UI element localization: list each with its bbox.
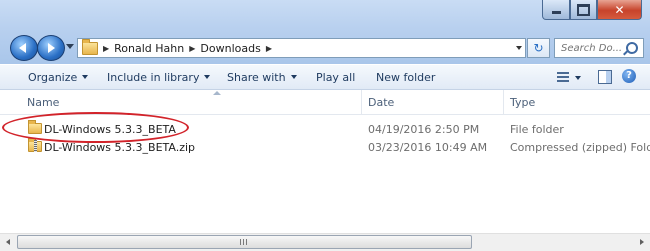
search-icon[interactable]	[626, 42, 638, 54]
file-name: DL-Windows 5.3.3_BETA	[44, 123, 176, 136]
title-bar: ✕ ▶ Ronald Hahn ▶ Downloads ▶ ↻	[0, 0, 650, 64]
search-input[interactable]	[561, 40, 623, 56]
chevron-down-icon	[82, 75, 89, 79]
horizontal-scrollbar[interactable]	[0, 233, 650, 251]
minimize-icon	[551, 11, 561, 14]
file-type: Compressed (zipped) Folder	[510, 141, 650, 154]
maximize-button[interactable]	[570, 0, 597, 20]
help-icon[interactable]: ?	[622, 69, 636, 83]
folder-icon	[82, 38, 98, 55]
scrollbar-thumb[interactable]	[17, 235, 472, 249]
file-date: 04/19/2016 2:50 PM	[368, 123, 480, 136]
file-date: 03/23/2016 10:49 AM	[368, 141, 488, 154]
refresh-icon: ↻	[533, 41, 544, 55]
address-history-dropdown-icon[interactable]	[516, 46, 522, 50]
include-in-library-label: Include in library	[107, 71, 200, 84]
zip-folder-icon	[28, 138, 42, 152]
address-bar[interactable]: ▶ Ronald Hahn ▶ Downloads ▶	[77, 38, 526, 58]
column-header-date[interactable]: Date	[368, 96, 394, 109]
minimize-button[interactable]	[542, 0, 570, 20]
share-with-label: Share with	[227, 71, 286, 84]
file-type: File folder	[510, 123, 564, 136]
organize-menu[interactable]: Organize	[28, 71, 89, 84]
breadcrumb-downloads[interactable]: Downloads	[200, 42, 260, 55]
column-divider[interactable]	[503, 90, 504, 114]
forward-button[interactable]	[37, 35, 65, 61]
file-name: DL-Windows 5.3.3_BETA.zip	[44, 141, 196, 154]
play-all-button[interactable]: Play all	[316, 71, 355, 84]
close-button[interactable]: ✕	[597, 0, 642, 20]
back-button[interactable]	[10, 35, 38, 61]
chevron-down-icon[interactable]	[575, 76, 581, 80]
share-with-menu[interactable]: Share with	[227, 71, 297, 84]
recent-pages-dropdown-icon[interactable]	[66, 44, 74, 49]
maximize-icon	[577, 3, 590, 16]
change-view-icon[interactable]	[557, 72, 569, 82]
command-bar: Organize Include in library Share with P…	[0, 64, 650, 90]
column-header-type[interactable]: Type	[510, 96, 535, 109]
scroll-left-icon[interactable]	[0, 234, 17, 251]
sort-ascending-icon	[213, 91, 221, 95]
chevron-down-icon	[204, 75, 211, 79]
scroll-right-icon[interactable]	[633, 234, 650, 251]
folder-icon	[28, 120, 42, 134]
breadcrumb-ronald-hahn[interactable]: Ronald Hahn	[114, 42, 184, 55]
refresh-button[interactable]: ↻	[527, 38, 550, 58]
column-header-name[interactable]: Name	[27, 96, 59, 109]
search-box[interactable]	[554, 38, 644, 58]
close-icon: ✕	[614, 2, 625, 17]
chevron-right-icon[interactable]: ▶	[189, 44, 195, 53]
new-folder-button[interactable]: New folder	[376, 71, 435, 84]
chevron-right-icon[interactable]: ▶	[103, 44, 109, 53]
column-headers: Name Date Type	[0, 90, 650, 115]
preview-pane-icon[interactable]	[598, 70, 612, 84]
include-in-library-menu[interactable]: Include in library	[107, 71, 211, 84]
list-item[interactable]: DL-Windows 5.3.3_BETA 04/19/2016 2:50 PM…	[0, 120, 650, 139]
organize-label: Organize	[28, 71, 78, 84]
chevron-right-icon[interactable]: ▶	[266, 44, 272, 53]
grip-icon	[240, 239, 248, 245]
explorer-window: ✕ ▶ Ronald Hahn ▶ Downloads ▶ ↻ Organize…	[0, 0, 650, 251]
list-item[interactable]: DL-Windows 5.3.3_BETA.zip 03/23/2016 10:…	[0, 138, 650, 157]
chevron-down-icon	[290, 75, 297, 79]
window-controls: ✕	[542, 0, 642, 20]
column-divider[interactable]	[361, 90, 362, 114]
